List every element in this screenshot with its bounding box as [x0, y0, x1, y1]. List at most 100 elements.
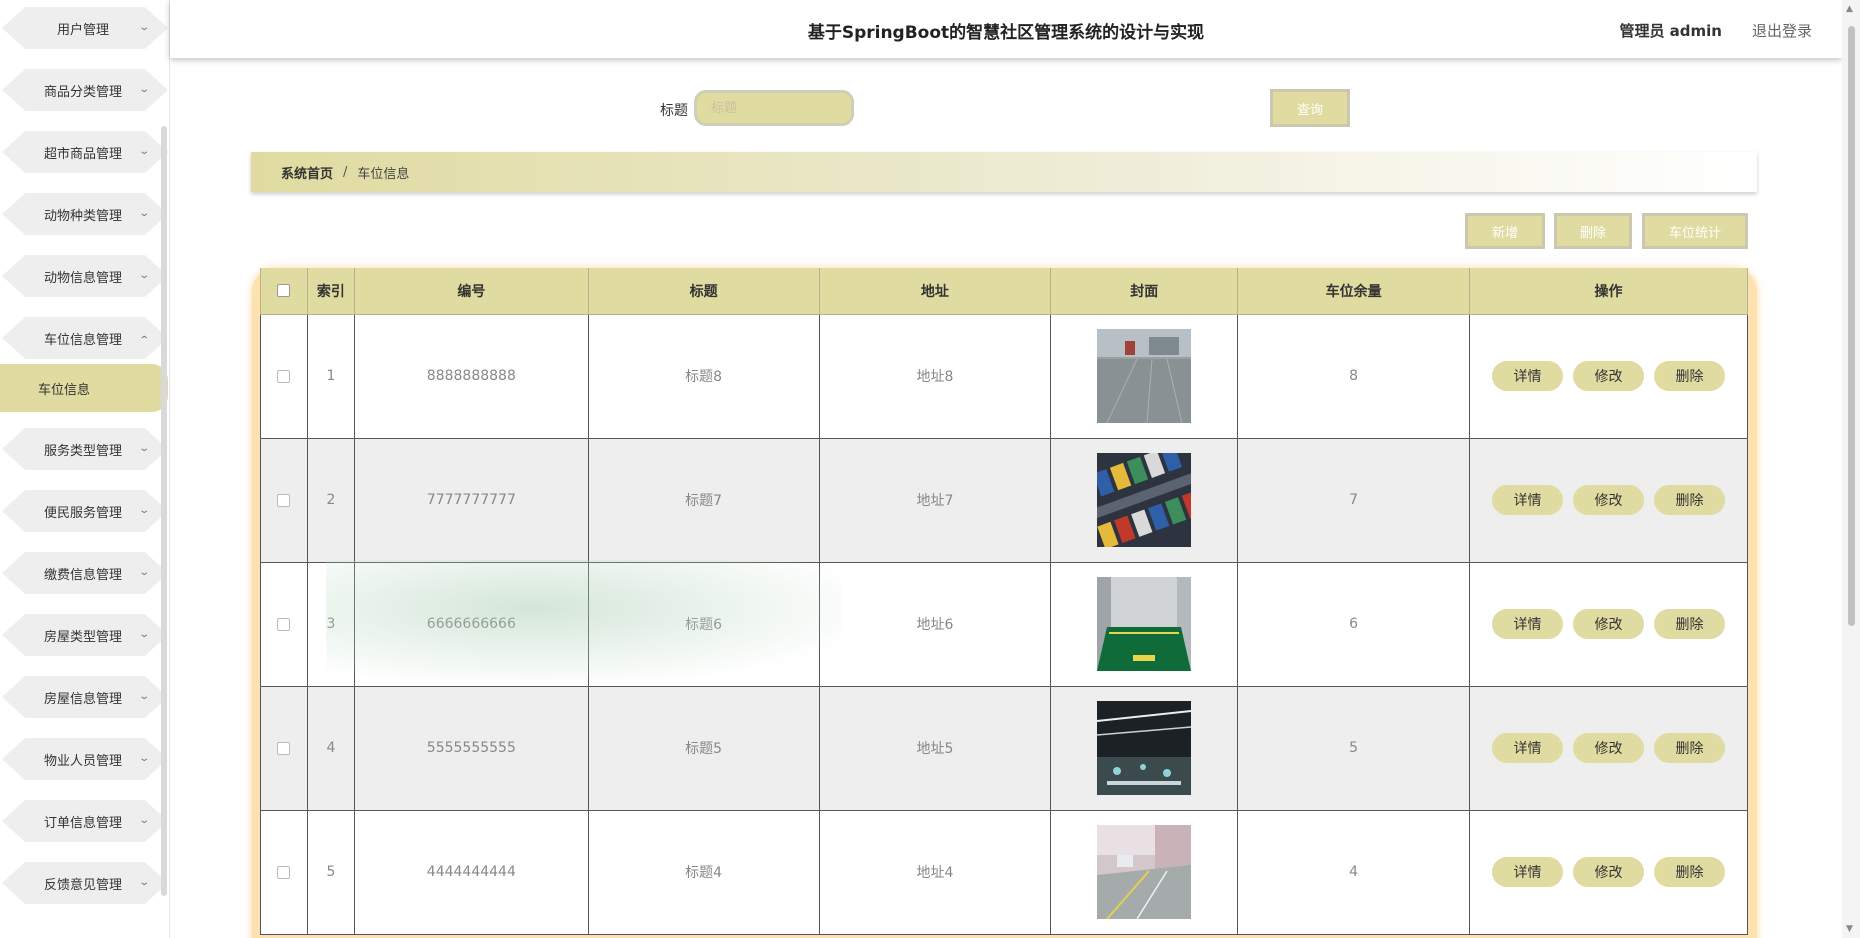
table-container: 索引 编号 标题 地址 封面 车位余量 操作 1 8888888888 标题8 …: [252, 268, 1757, 938]
sidebar-item-label: 商品分类管理: [43, 84, 122, 100]
delete-button[interactable]: 删除: [1654, 485, 1725, 515]
row-checkbox[interactable]: [277, 865, 291, 879]
col-header-address: 地址: [818, 268, 1052, 315]
detail-button[interactable]: 详情: [1492, 485, 1563, 515]
cell-actions: 详情 修改 删除: [1469, 685, 1748, 811]
breadcrumb-separator: /: [343, 164, 348, 180]
sidebar-item-label: 服务类型管理: [43, 443, 122, 459]
chevron-down-icon: ⌄: [138, 208, 151, 219]
row-select-cell: [260, 313, 308, 439]
sidebar-item-service-type[interactable]: 服务类型管理 ⌄: [0, 424, 169, 474]
breadcrumb-current: 车位信息: [357, 166, 410, 182]
sidebar-item-user-mgmt[interactable]: 用户管理 ⌄: [0, 3, 169, 53]
sidebar-item-label: 订单信息管理: [43, 815, 122, 831]
chevron-down-icon: ⌄: [138, 84, 151, 95]
row-checkbox[interactable]: [277, 617, 291, 631]
sidebar-item-convenience-service[interactable]: 便民服务管理 ⌄: [0, 486, 169, 536]
delete-button[interactable]: 删除: [1654, 361, 1725, 391]
sidebar-item-label: 反馈意见管理: [43, 877, 122, 893]
detail-button[interactable]: 详情: [1492, 361, 1563, 391]
cell-address: 地址7: [818, 437, 1052, 563]
search-input[interactable]: [694, 90, 854, 126]
row-checkbox[interactable]: [277, 493, 291, 507]
cell-cover: [1050, 437, 1239, 563]
select-all-checkbox[interactable]: [277, 284, 291, 298]
table-row: 1 8888888888 标题8 地址8 8 详情 修改 删除: [260, 313, 1748, 439]
batch-delete-button[interactable]: 删除: [1554, 213, 1632, 249]
sidebar-item-label: 房屋类型管理: [43, 629, 122, 645]
detail-button[interactable]: 详情: [1492, 609, 1563, 639]
scrollbar-thumb[interactable]: [1848, 26, 1855, 626]
table-row: 4 5555555555 标题5 地址5 5 详情 修改 删除: [260, 685, 1748, 811]
cell-actions: 详情 修改 删除: [1469, 437, 1748, 563]
cell-cover: [1050, 809, 1239, 935]
col-header-code: 编号: [353, 268, 589, 315]
detail-button[interactable]: 详情: [1492, 857, 1563, 887]
sidebar-item-order-info[interactable]: 订单信息管理 ⌄: [0, 796, 169, 846]
sidebar-item-house-type[interactable]: 房屋类型管理 ⌄: [0, 610, 169, 660]
chevron-down-icon: ⌄: [138, 877, 151, 888]
cell-address: 地址8: [818, 313, 1052, 439]
row-select-cell: [260, 561, 308, 687]
cell-cover: [1050, 685, 1239, 811]
chevron-down-icon: ⌄: [138, 753, 151, 764]
sidebar-item-label: 物业人员管理: [43, 753, 122, 769]
col-header-title: 标题: [587, 268, 820, 315]
sidebar-item-payment-info[interactable]: 缴费信息管理 ⌄: [0, 548, 169, 598]
row-checkbox[interactable]: [277, 369, 291, 383]
cell-address: 地址6: [818, 561, 1052, 687]
sidebar-item-house-info[interactable]: 房屋信息管理 ⌄: [0, 672, 169, 722]
edit-button[interactable]: 修改: [1573, 857, 1644, 887]
cell-index: 2: [306, 437, 355, 563]
sidebar-item-label: 便民服务管理: [43, 505, 122, 521]
chevron-down-icon: ⌄: [138, 691, 151, 702]
edit-button[interactable]: 修改: [1573, 733, 1644, 763]
sidebar-item-goods-category[interactable]: 商品分类管理 ⌄: [0, 65, 169, 115]
detail-button[interactable]: 详情: [1492, 733, 1563, 763]
cell-title: 标题6: [587, 561, 820, 687]
cell-actions: 详情 修改 删除: [1469, 809, 1748, 935]
logout-link[interactable]: 退出登录: [1752, 20, 1812, 41]
cell-actions: 详情 修改 删除: [1469, 561, 1748, 687]
table-header-row: 索引 编号 标题 地址 封面 车位余量 操作: [260, 268, 1748, 315]
breadcrumb: 系统首页 / 车位信息: [251, 152, 1757, 192]
chevron-down-icon: ⌄: [138, 505, 151, 516]
sidebar-item-animal-info[interactable]: 动物信息管理 ⌄: [0, 251, 169, 301]
row-checkbox[interactable]: [277, 741, 291, 755]
sidebar-item-feedback[interactable]: 反馈意见管理 ⌄: [0, 858, 169, 908]
delete-button[interactable]: 删除: [1654, 733, 1725, 763]
page-scrollbar[interactable]: ▲ ▼: [1842, 0, 1860, 938]
add-button[interactable]: 新增: [1465, 213, 1545, 249]
breadcrumb-home[interactable]: 系统首页: [281, 163, 333, 182]
delete-button[interactable]: 删除: [1654, 857, 1725, 887]
edit-button[interactable]: 修改: [1573, 361, 1644, 391]
row-select-cell: [260, 437, 308, 563]
cell-remaining: 6: [1237, 561, 1470, 687]
delete-button[interactable]: 删除: [1654, 609, 1725, 639]
select-all-cell: [260, 268, 308, 315]
sidebar-item-animal-type[interactable]: 动物种类管理 ⌄: [0, 189, 169, 239]
chevron-down-icon: ⌄: [138, 22, 151, 33]
col-header-actions: 操作: [1469, 268, 1748, 315]
sidebar-item-property-staff[interactable]: 物业人员管理 ⌄: [0, 734, 169, 784]
sidebar-item-label: 用户管理: [56, 22, 109, 38]
sidebar-item-supermarket-goods[interactable]: 超市商品管理 ⌄: [0, 127, 169, 177]
cell-remaining: 7: [1237, 437, 1470, 563]
cell-code: 8888888888: [353, 313, 589, 439]
sidebar-item-label: 缴费信息管理: [43, 567, 122, 583]
sidebar-item-parking-info[interactable]: 车位信息管理 ⌃: [0, 313, 169, 363]
sidebar-subitem-parking[interactable]: 车位信息: [0, 364, 168, 412]
edit-button[interactable]: 修改: [1573, 609, 1644, 639]
cover-image: [1097, 453, 1192, 547]
scroll-down-icon[interactable]: ▼: [1846, 924, 1853, 934]
edit-button[interactable]: 修改: [1573, 485, 1644, 515]
sidebar-scrollbar[interactable]: [161, 126, 167, 896]
parking-stats-button[interactable]: 车位统计: [1642, 213, 1748, 249]
cover-image: [1097, 701, 1192, 795]
scroll-up-icon[interactable]: ▲: [1846, 4, 1853, 14]
cell-index: 5: [306, 809, 355, 935]
table-row: 2 7777777777 标题7 地址7 7 详情 修改 删除: [260, 437, 1748, 563]
query-button[interactable]: 查询: [1270, 89, 1350, 127]
search-label: 标题: [660, 103, 688, 119]
cell-title: 标题5: [587, 685, 820, 811]
